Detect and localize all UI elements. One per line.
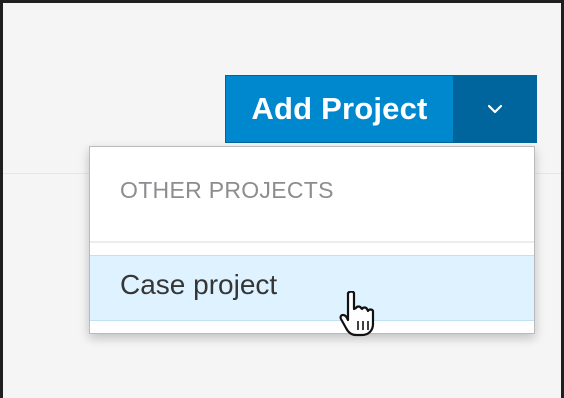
add-project-button[interactable]: Add Project: [226, 76, 454, 142]
menu-divider: [90, 241, 534, 243]
menu-item-label: Case project: [120, 269, 278, 300]
chevron-down-icon: [487, 104, 503, 114]
projects-dropdown-menu: OTHER PROJECTS Case project: [89, 146, 535, 334]
add-project-split-button: Add Project: [225, 75, 537, 143]
app-frame: Add Project OTHER PROJECTS Case project: [0, 0, 564, 398]
menu-item-case-project[interactable]: Case project: [90, 255, 534, 321]
add-project-dropdown-toggle[interactable]: [454, 76, 536, 142]
menu-header-other-projects: OTHER PROJECTS: [120, 177, 334, 203]
